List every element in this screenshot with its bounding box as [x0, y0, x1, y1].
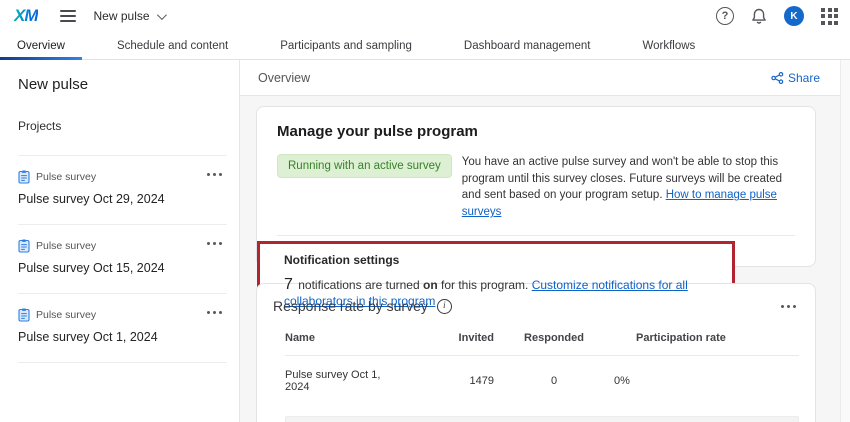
tab-workflows[interactable]: Workflows	[625, 32, 712, 59]
sidebar-item-pulse-survey-oct-29[interactable]: Pulse survey Pulse survey Oct 29, 2024	[0, 156, 239, 224]
project-title: Pulse survey Oct 1, 2024	[18, 330, 227, 344]
sidebar-item-pulse-survey-oct-15[interactable]: Pulse survey Pulse survey Oct 15, 2024	[0, 225, 239, 293]
sidebar-title: New pulse	[0, 76, 239, 93]
project-options-icon[interactable]	[204, 239, 225, 248]
status-badge: Running with an active survey	[277, 154, 452, 178]
info-icon[interactable]: i	[437, 299, 452, 314]
table-row-invited: 1479	[394, 362, 494, 401]
overview-content: Manage your pulse program Running with a…	[240, 96, 850, 422]
app-switcher-icon[interactable]	[821, 8, 838, 25]
main-panel: Overview Share Manage your pulse program…	[240, 60, 850, 422]
response-rate-table: Name Invited Responded Participation rat…	[285, 332, 799, 422]
xm-logo[interactable]: XM	[14, 6, 38, 26]
column-header-participation-rate: Participation rate	[614, 332, 799, 356]
column-header-invited: Invited	[394, 332, 494, 356]
scrollbar-track[interactable]	[840, 60, 850, 422]
card-options-icon[interactable]	[778, 302, 799, 311]
project-options-icon[interactable]	[204, 308, 225, 317]
project-switcher[interactable]: New pulse	[94, 9, 164, 23]
project-type-label: Pulse survey	[36, 309, 96, 321]
tab-dashboard-management[interactable]: Dashboard management	[447, 32, 608, 59]
chevron-down-icon	[156, 10, 166, 20]
share-icon	[771, 72, 784, 84]
notification-text: for this program.	[438, 278, 532, 292]
notification-count: 7	[284, 276, 293, 293]
status-description: You have an active pulse survey and won'…	[462, 154, 795, 221]
pulse-survey-icon	[18, 308, 30, 322]
top-bar: XM New pulse ? K	[0, 0, 850, 32]
tab-participants-and-sampling[interactable]: Participants and sampling	[263, 32, 429, 59]
pulse-survey-icon	[18, 170, 30, 184]
projects-section-label: Projects	[0, 119, 239, 133]
pulse-survey-icon	[18, 239, 30, 253]
breadcrumb: Overview	[258, 71, 310, 85]
empty-row-placeholder	[285, 416, 799, 422]
share-button[interactable]: Share	[771, 71, 820, 85]
project-type-label: Pulse survey	[36, 171, 96, 183]
notification-on-state: on	[423, 278, 438, 292]
divider	[18, 362, 227, 363]
table-row-responded: 0	[494, 362, 614, 401]
response-rate-title: Response rate by survey	[273, 298, 428, 314]
project-type-label: Pulse survey	[36, 240, 96, 252]
project-switcher-label: New pulse	[94, 9, 150, 23]
manage-pulse-program-card: Manage your pulse program Running with a…	[256, 106, 816, 267]
project-options-icon[interactable]	[204, 170, 225, 179]
table-row-survey-name[interactable]: Pulse survey Oct 1, 2024	[285, 356, 394, 407]
manage-card-title: Manage your pulse program	[277, 123, 795, 140]
notification-settings-title: Notification settings	[284, 253, 722, 267]
notification-text: notifications are turned	[295, 278, 423, 292]
table-row-participation-rate: 0%	[614, 362, 799, 401]
projects-sidebar: New pulse Projects Pulse survey Pulse su…	[0, 60, 240, 422]
column-header-responded: Responded	[494, 332, 614, 356]
project-tab-bar: Overview Schedule and content Participan…	[0, 32, 850, 60]
column-header-name: Name	[285, 332, 394, 356]
help-icon[interactable]: ?	[716, 7, 734, 25]
user-avatar[interactable]: K	[784, 6, 804, 26]
hamburger-menu-icon[interactable]	[60, 10, 76, 22]
divider	[277, 235, 795, 236]
main-header: Overview Share	[240, 60, 850, 96]
project-title: Pulse survey Oct 15, 2024	[18, 261, 227, 275]
notifications-bell-icon[interactable]	[751, 8, 767, 25]
tab-overview[interactable]: Overview	[0, 32, 82, 59]
response-rate-card: Response rate by survey i Name Invited R…	[256, 283, 816, 422]
sidebar-item-pulse-survey-oct-1[interactable]: Pulse survey Pulse survey Oct 1, 2024	[0, 294, 239, 362]
tab-schedule-and-content[interactable]: Schedule and content	[100, 32, 245, 59]
share-button-label: Share	[788, 71, 820, 85]
project-title: Pulse survey Oct 29, 2024	[18, 192, 227, 206]
